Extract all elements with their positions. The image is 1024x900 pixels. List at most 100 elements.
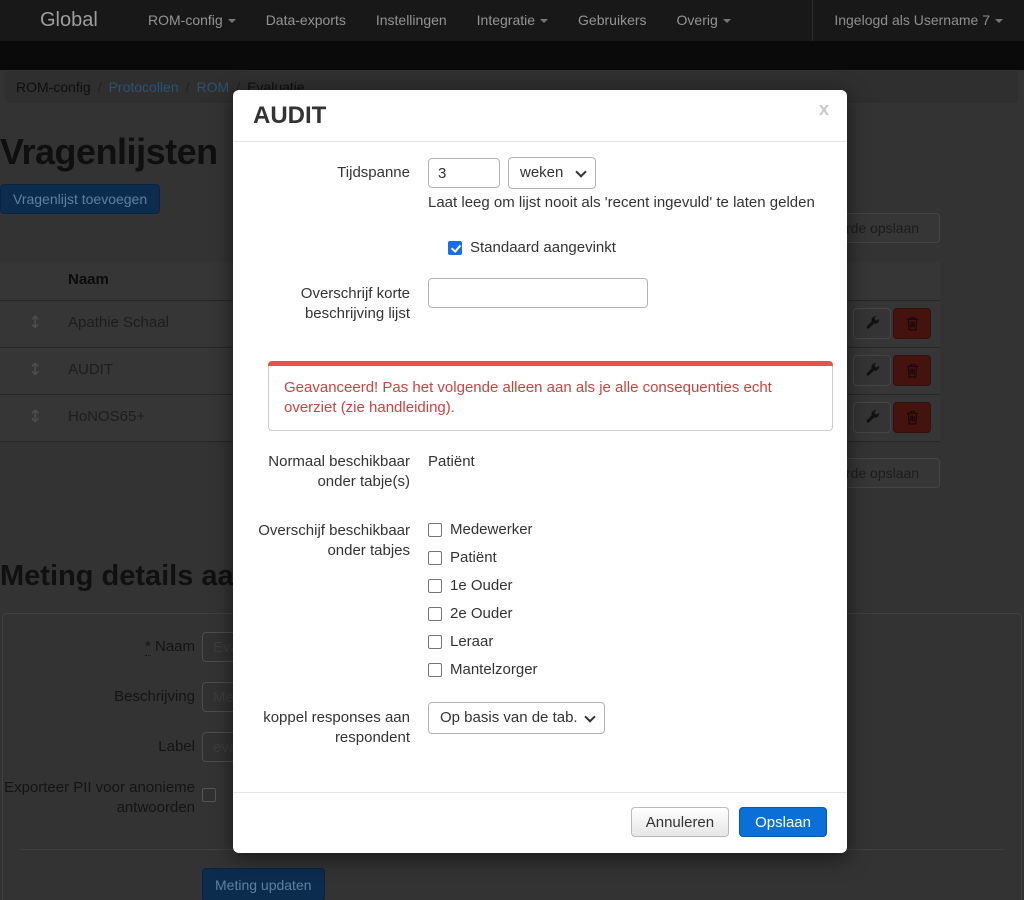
tijdspanne-label: Tijdspanne xyxy=(253,157,410,211)
tab-checkbox-2e-ouder[interactable]: 2e Ouder xyxy=(428,605,827,622)
normaal-beschikbaar-row: Normaal beschikbaar onder tabje(s) Patië… xyxy=(253,452,827,492)
overschijf-tabs-row: Overschijf beschikbaar onder tabjes Mede… xyxy=(253,521,827,678)
close-icon[interactable]: x xyxy=(819,100,829,118)
tijdspanne-unit-select[interactable]: weken xyxy=(508,157,596,189)
nav-user-label: Ingelogd als Username 7 xyxy=(834,12,990,28)
modal-footer: Annuleren Opslaan xyxy=(233,792,847,853)
modal-header: AUDIT x xyxy=(233,90,847,142)
navbar-menu: ROM-config Data-exports Instellingen Int… xyxy=(133,0,746,41)
delete-trash-button[interactable] xyxy=(893,308,931,339)
checkbox-unchecked-icon[interactable] xyxy=(428,607,442,621)
checkbox-label: 2e Ouder xyxy=(450,605,513,622)
korte-beschrijving-input[interactable] xyxy=(428,278,648,308)
required-asterisk: * xyxy=(145,638,151,656)
add-questionnaire-button[interactable]: Vragenlijst toevoegen xyxy=(0,184,160,214)
top-navbar: Global ROM-config Data-exports Instellin… xyxy=(0,0,1024,41)
tab-checkbox-mantelzorger[interactable]: Mantelzorger xyxy=(428,661,827,678)
meting-updaten-button[interactable]: Meting updaten xyxy=(202,868,325,900)
nav-item-integratie[interactable]: Integratie xyxy=(462,0,563,41)
save-button[interactable]: Opslaan xyxy=(739,807,827,837)
delete-trash-button[interactable] xyxy=(893,355,931,386)
breadcrumb-link-protocollen[interactable]: Protocollen xyxy=(109,79,179,95)
edit-wrench-button[interactable] xyxy=(853,308,891,339)
caret-down-icon xyxy=(540,19,548,23)
checkbox-checked-icon[interactable] xyxy=(448,241,462,255)
nav-item-data-exports[interactable]: Data-exports xyxy=(251,0,361,41)
koppel-responses-row: koppel responses aan respondent Op basis… xyxy=(253,702,827,748)
modal-title: AUDIT xyxy=(253,102,326,129)
caret-down-icon xyxy=(228,19,236,23)
breadcrumb-link-rom[interactable]: ROM xyxy=(197,79,230,95)
standaard-checkbox-row[interactable]: Standaard aangevinkt xyxy=(448,239,827,256)
nav-item-gebruikers[interactable]: Gebruikers xyxy=(563,0,661,41)
nav-item-instellingen[interactable]: Instellingen xyxy=(361,0,462,41)
select-value: Op basis van de tab. xyxy=(440,709,578,726)
wrench-icon xyxy=(865,363,880,378)
nav-user-menu[interactable]: Ingelogd als Username 7 xyxy=(812,0,1024,41)
koppel-responses-select[interactable]: Op basis van de tab. xyxy=(428,702,605,734)
checkbox-label: 1e Ouder xyxy=(450,577,513,594)
overschijf-tabs-options: Medewerker Patiënt 1e Ouder 2e Ouder Ler… xyxy=(428,521,827,678)
nav-item-label: ROM-config xyxy=(148,12,223,28)
edit-wrench-button[interactable] xyxy=(853,355,891,386)
nav-item-overig[interactable]: Overig xyxy=(662,0,746,41)
nav-item-label: Data-exports xyxy=(266,12,346,28)
delete-trash-button[interactable] xyxy=(893,402,931,433)
nav-item-label: Instellingen xyxy=(376,12,447,28)
tijdspanne-row: Tijdspanne weken Laat leeg om lijst nooi… xyxy=(253,157,827,211)
wrench-icon xyxy=(865,316,880,331)
cancel-button[interactable]: Annuleren xyxy=(631,807,729,837)
pii-checkbox[interactable] xyxy=(202,788,216,802)
naam-field-label: * Naam xyxy=(0,638,195,655)
korte-beschrijving-label: Overschrijf korte beschrijving lijst xyxy=(253,278,410,324)
drag-handle-icon[interactable]: ↕ xyxy=(28,360,42,380)
field-label-text: Naam xyxy=(155,638,195,655)
pii-field-label: Exporteer PII voor anonieme antwoorden xyxy=(0,778,195,818)
breadcrumb-separator: / xyxy=(179,79,197,95)
checkbox-unchecked-icon[interactable] xyxy=(428,523,442,537)
modal-body: Tijdspanne weken Laat leeg om lijst nooi… xyxy=(233,142,847,792)
navbar-shadow-strip xyxy=(0,41,1024,70)
row-name: AUDIT xyxy=(68,361,113,378)
checkbox-unchecked-icon[interactable] xyxy=(428,635,442,649)
beschrijving-field-label: Beschrijving xyxy=(0,688,195,705)
warning-text: Geavanceerd! Pas het volgende alleen aan… xyxy=(268,366,833,431)
tab-checkbox-1e-ouder[interactable]: 1e Ouder xyxy=(428,577,827,594)
label-field-label: Label xyxy=(0,738,195,755)
checkbox-unchecked-icon[interactable] xyxy=(428,551,442,565)
advanced-warning-alert: Geavanceerd! Pas het volgende alleen aan… xyxy=(268,361,833,431)
audit-modal: AUDIT x Tijdspanne weken Laat leeg om li… xyxy=(233,90,847,853)
caret-down-icon xyxy=(723,19,731,23)
checkbox-label: Mantelzorger xyxy=(450,661,538,678)
wrench-icon xyxy=(865,410,880,425)
row-name: Apathie Schaal xyxy=(68,314,169,331)
drag-handle-icon[interactable]: ↕ xyxy=(28,313,42,333)
overschijf-tabs-label: Overschijf beschikbaar onder tabjes xyxy=(253,521,410,678)
checkbox-unchecked-icon[interactable] xyxy=(428,663,442,677)
nav-item-label: Overig xyxy=(677,12,718,28)
normaal-beschikbaar-label: Normaal beschikbaar onder tabje(s) xyxy=(253,452,410,492)
normaal-beschikbaar-value: Patiënt xyxy=(428,452,827,492)
tab-checkbox-leraar[interactable]: Leraar xyxy=(428,633,827,650)
edit-wrench-button[interactable] xyxy=(853,402,891,433)
koppel-responses-controls: Op basis van de tab. xyxy=(428,702,827,748)
checkbox-label: Medewerker xyxy=(450,521,533,538)
nav-item-label: Gebruikers xyxy=(578,12,646,28)
select-value: weken xyxy=(520,164,563,181)
tijdspanne-input[interactable] xyxy=(428,158,500,188)
tijdspanne-controls: weken Laat leeg om lijst nooit als 'rece… xyxy=(428,157,827,211)
navbar-brand[interactable]: Global xyxy=(40,0,98,41)
tab-checkbox-medewerker[interactable]: Medewerker xyxy=(428,521,827,538)
koppel-responses-label: koppel responses aan respondent xyxy=(253,702,410,748)
breadcrumb-separator: / xyxy=(91,79,109,95)
korte-beschrijving-row: Overschrijf korte beschrijving lijst xyxy=(253,278,827,324)
korte-beschrijving-controls xyxy=(428,278,827,324)
checkbox-unchecked-icon[interactable] xyxy=(428,579,442,593)
column-header-naam: Naam xyxy=(68,271,109,288)
caret-down-icon xyxy=(995,19,1003,23)
tab-checkbox-patient[interactable]: Patiënt xyxy=(428,549,827,566)
drag-handle-icon[interactable]: ↕ xyxy=(28,407,42,427)
body-bottom-spacer xyxy=(253,748,827,792)
nav-item-rom-config[interactable]: ROM-config xyxy=(133,0,251,41)
tijdspanne-help-text: Laat leeg om lijst nooit als 'recent ing… xyxy=(428,194,827,211)
